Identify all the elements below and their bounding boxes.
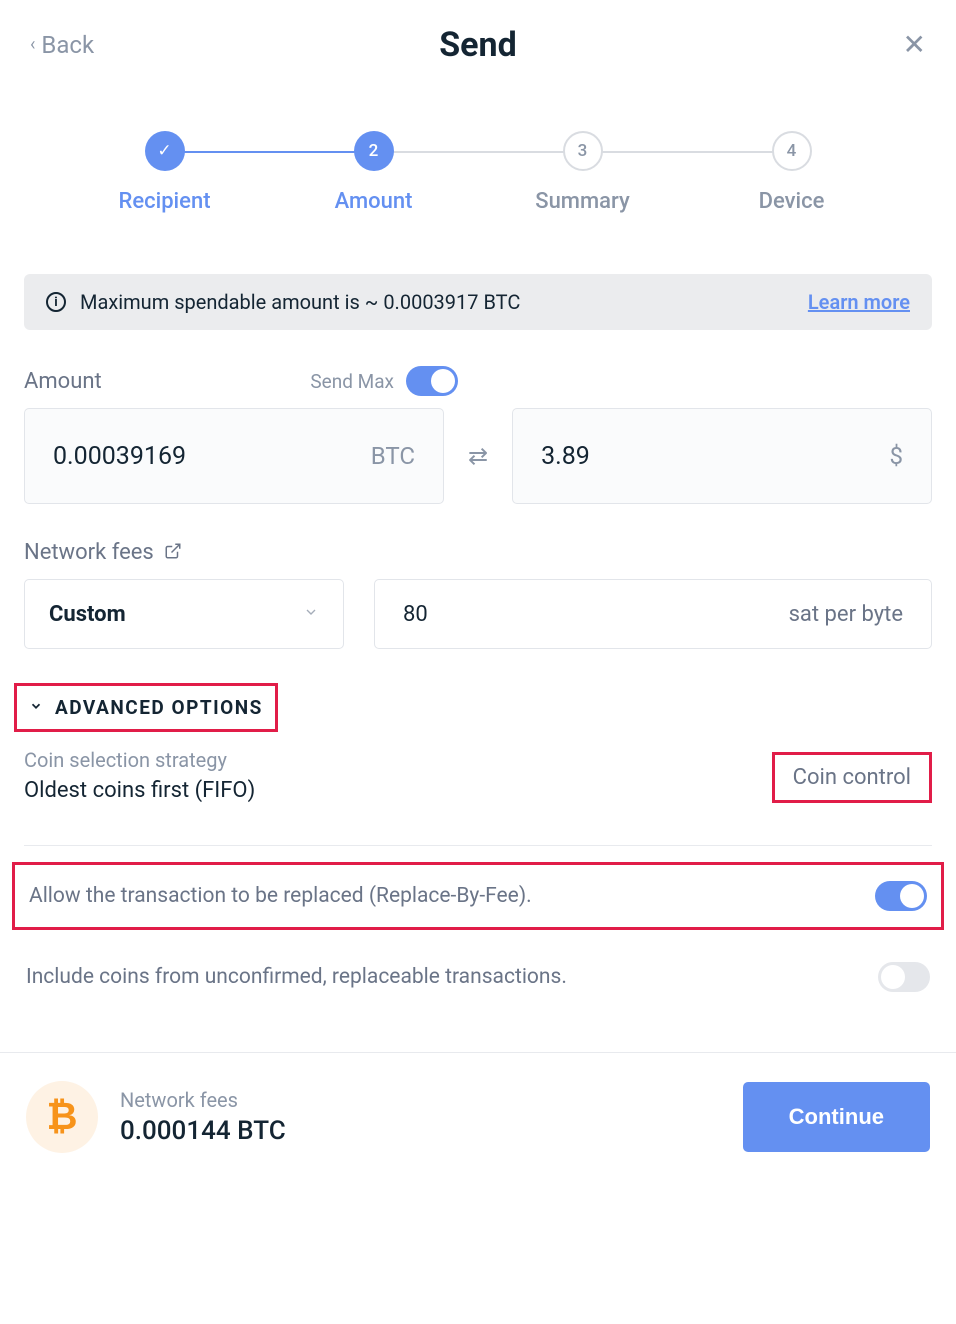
bitcoin-icon: ₿ bbox=[26, 1081, 98, 1153]
fiat-amount-input[interactable]: 3.89 $ bbox=[512, 408, 932, 504]
coin-strategy-label: Coin selection strategy bbox=[24, 748, 255, 772]
step-amount-label: Amount bbox=[335, 189, 413, 214]
step-recipient-label: Recipient bbox=[118, 189, 210, 214]
close-button[interactable]: ✕ bbox=[903, 28, 926, 61]
continue-button[interactable]: Continue bbox=[743, 1082, 930, 1152]
step-device-circle: 4 bbox=[772, 131, 812, 171]
network-fees-label: Network fees bbox=[24, 540, 154, 565]
footer: ₿ Network fees 0.000144 BTC Continue bbox=[0, 1052, 956, 1181]
rbf-toggle[interactable] bbox=[875, 881, 927, 911]
info-banner: i Maximum spendable amount is ~ 0.000391… bbox=[24, 274, 932, 330]
send-max-label: Send Max bbox=[310, 370, 394, 393]
chevron-down-icon bbox=[29, 698, 43, 717]
send-max-toggle[interactable] bbox=[406, 366, 458, 396]
back-button[interactable]: ‹ Back bbox=[30, 31, 94, 59]
back-label: Back bbox=[41, 31, 94, 59]
coin-strategy-value: Oldest coins first (FIFO) bbox=[24, 778, 255, 803]
unconfirmed-option: Include coins from unconfirmed, replacea… bbox=[12, 946, 944, 1008]
chevron-left-icon: ‹ bbox=[30, 34, 35, 55]
amount-label: Amount bbox=[24, 369, 102, 394]
coin-control-button[interactable]: Coin control bbox=[772, 752, 932, 803]
unconfirmed-label: Include coins from unconfirmed, replacea… bbox=[26, 965, 567, 989]
advanced-options-label: ADVANCED OPTIONS bbox=[55, 696, 263, 719]
footer-fees-label: Network fees bbox=[120, 1088, 286, 1112]
crypto-amount-input[interactable]: 0.00039169 BTC bbox=[24, 408, 444, 504]
external-link-icon[interactable] bbox=[164, 542, 182, 564]
rbf-label: Allow the transaction to be replaced (Re… bbox=[29, 884, 532, 908]
banner-text: Maximum spendable amount is ~ 0.0003917 … bbox=[80, 290, 520, 314]
fee-dropdown-value: Custom bbox=[49, 602, 126, 627]
unconfirmed-toggle[interactable] bbox=[878, 962, 930, 992]
step-summary-label: Summary bbox=[535, 189, 630, 214]
learn-more-link[interactable]: Learn more bbox=[808, 290, 910, 314]
fee-rate-unit: sat per byte bbox=[789, 602, 903, 627]
swap-icon[interactable]: ⇄ bbox=[468, 442, 488, 470]
crypto-amount-unit: BTC bbox=[371, 442, 415, 470]
step-amount-circle[interactable]: 2 bbox=[354, 131, 394, 171]
check-icon: ✓ bbox=[157, 141, 171, 161]
info-icon: i bbox=[46, 292, 66, 312]
page-title: Send bbox=[439, 25, 517, 65]
advanced-options-toggle[interactable]: ADVANCED OPTIONS bbox=[14, 683, 278, 732]
fee-rate-value: 80 bbox=[403, 602, 428, 627]
fiat-amount-value: 3.89 bbox=[541, 442, 590, 471]
rbf-option: Allow the transaction to be replaced (Re… bbox=[12, 862, 944, 930]
step-device-label: Device bbox=[759, 189, 825, 214]
divider bbox=[24, 845, 932, 846]
stepper: ✓ Recipient 2 Amount 3 Summary 4 Device bbox=[0, 71, 956, 224]
fee-rate-input[interactable]: 80 sat per byte bbox=[374, 579, 932, 649]
fiat-amount-unit: $ bbox=[890, 442, 904, 470]
step-recipient-circle[interactable]: ✓ bbox=[145, 131, 185, 171]
chevron-down-icon bbox=[303, 604, 319, 624]
footer-fees-value: 0.000144 BTC bbox=[120, 1116, 286, 1146]
fee-level-dropdown[interactable]: Custom bbox=[24, 579, 344, 649]
close-icon: ✕ bbox=[903, 28, 926, 61]
step-summary-circle: 3 bbox=[563, 131, 603, 171]
crypto-amount-value: 0.00039169 bbox=[53, 442, 186, 471]
